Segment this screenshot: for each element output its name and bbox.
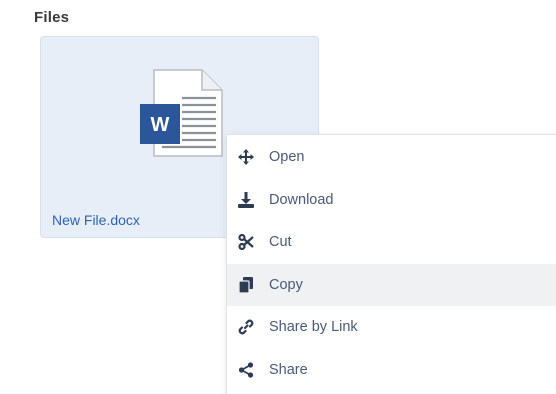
svg-text:W: W [151,114,170,136]
copy-icon [237,276,255,294]
move-arrows-icon [237,148,255,166]
context-menu: Open Download Cut Copy Share by Link Sha… [226,134,556,394]
share-icon [237,361,255,379]
menu-item-label: Cut [269,234,292,251]
menu-item-share-by-link[interactable]: Share by Link [227,306,556,349]
link-icon [237,318,255,336]
menu-item-label: Copy [269,276,303,293]
section-title: Files [34,9,70,26]
menu-item-label: Download [269,191,334,208]
menu-item-label: Share [269,361,308,378]
file-name[interactable]: New File.docx [52,212,140,228]
menu-item-open[interactable]: Open [227,136,556,179]
menu-item-label: Share by Link [269,319,358,336]
word-document-icon: W [140,69,223,157]
scissors-icon [237,233,255,251]
menu-item-label: Open [269,149,305,166]
menu-item-share[interactable]: Share [227,349,556,392]
menu-item-copy[interactable]: Copy [227,263,556,306]
menu-item-cut[interactable]: Cut [227,221,556,264]
menu-item-download[interactable]: Download [227,179,556,222]
files-page: Files W New File.docx Open Download Cut … [0,0,556,394]
download-icon [237,191,255,209]
